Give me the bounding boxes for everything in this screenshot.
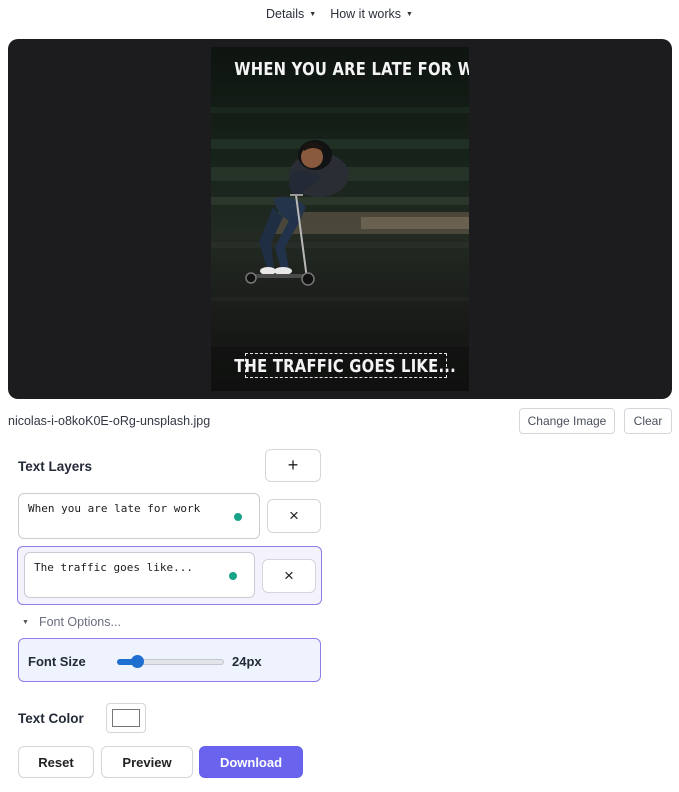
font-size-slider-thumb[interactable] bbox=[131, 655, 144, 668]
color-swatch-preview bbox=[112, 709, 140, 727]
text-layers-title: Text Layers bbox=[18, 459, 93, 474]
color-dot-icon bbox=[234, 513, 242, 521]
details-dropdown[interactable]: Details ▼ bbox=[266, 7, 316, 21]
text-layer-value: When you are late for work bbox=[28, 502, 201, 515]
font-size-value: 24px bbox=[232, 654, 262, 669]
chevron-down-icon: ▼ bbox=[406, 10, 413, 18]
remove-layer-button[interactable]: × bbox=[262, 559, 316, 593]
text-color-label: Text Color bbox=[18, 711, 84, 726]
text-color-picker[interactable] bbox=[106, 703, 146, 733]
how-it-works-label: How it works bbox=[330, 7, 402, 21]
top-nav: Details ▼ How it works ▼ bbox=[0, 7, 679, 21]
details-label: Details bbox=[266, 7, 305, 21]
triangle-down-icon: ▼ bbox=[22, 618, 29, 626]
text-layer-value: The traffic goes like... bbox=[34, 561, 193, 574]
change-image-button[interactable]: Change Image bbox=[519, 408, 615, 434]
text-layer-input[interactable]: The traffic goes like... bbox=[24, 552, 255, 598]
add-layer-button[interactable]: + bbox=[265, 449, 321, 482]
download-button[interactable]: Download bbox=[199, 746, 303, 778]
how-it-works-dropdown[interactable]: How it works ▼ bbox=[330, 7, 413, 21]
font-options-label: Font Options... bbox=[38, 615, 121, 629]
color-dot-icon bbox=[229, 572, 237, 580]
reset-button[interactable]: Reset bbox=[18, 746, 94, 778]
meme-image[interactable]: WHEN YOU ARE LATE FOR WORK THE TRAFFIC G… bbox=[211, 47, 469, 391]
font-size-control: Font Size 24px bbox=[18, 638, 321, 682]
text-layer-input[interactable]: When you are late for work bbox=[18, 493, 260, 539]
remove-layer-button[interactable]: × bbox=[267, 499, 321, 533]
font-options-toggle[interactable]: ▼ Font Options... bbox=[22, 615, 121, 629]
bottom-caption[interactable]: THE TRAFFIC GOES LIKE... bbox=[234, 356, 456, 377]
clear-button[interactable]: Clear bbox=[624, 408, 672, 434]
scooter-photo bbox=[211, 47, 469, 391]
meme-preview-stage: WHEN YOU ARE LATE FOR WORK THE TRAFFIC G… bbox=[8, 39, 672, 399]
top-caption[interactable]: WHEN YOU ARE LATE FOR WORK bbox=[234, 59, 469, 80]
chevron-down-icon: ▼ bbox=[309, 10, 317, 18]
preview-button[interactable]: Preview bbox=[101, 746, 193, 778]
file-name: nicolas-i-o8koK0E-oRg-unsplash.jpg bbox=[8, 414, 211, 428]
font-size-label: Font Size bbox=[28, 654, 86, 669]
